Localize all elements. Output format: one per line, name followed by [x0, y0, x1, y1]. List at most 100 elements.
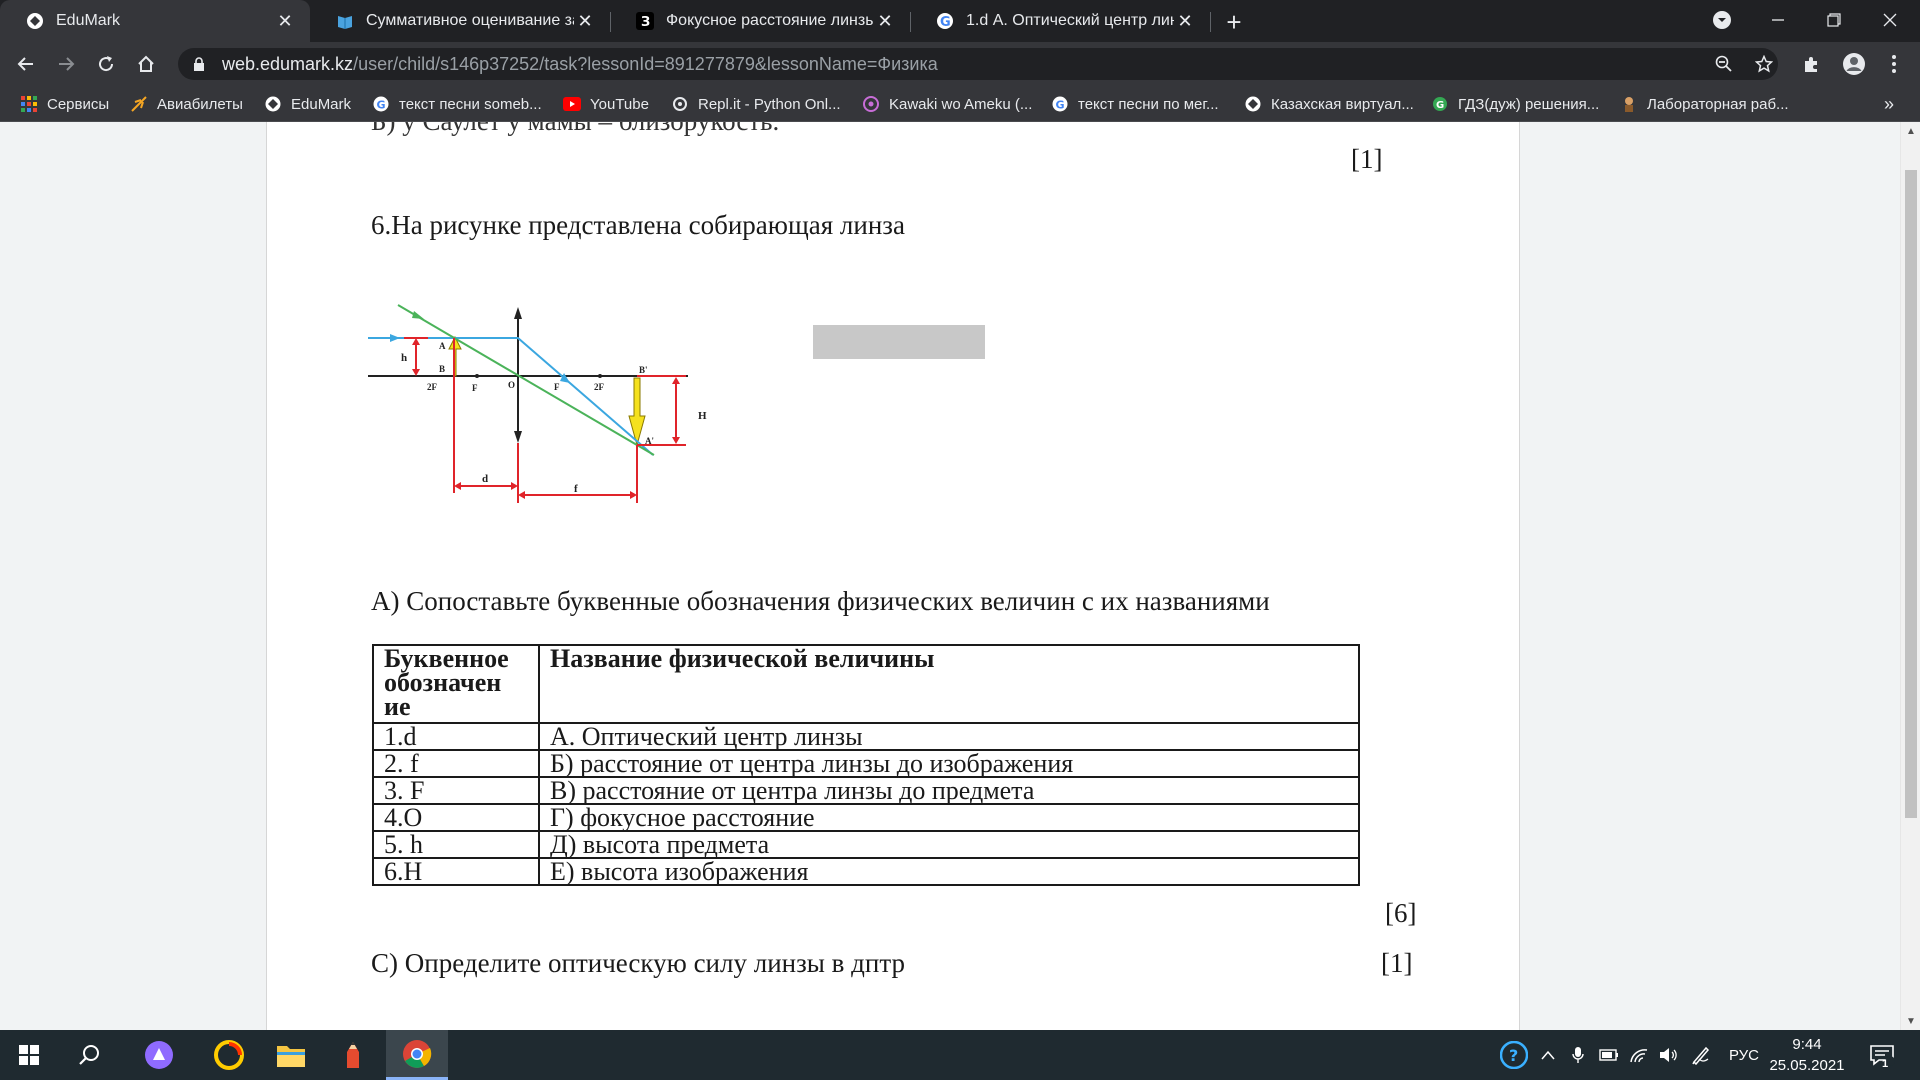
yandex-browser-button[interactable]	[198, 1030, 260, 1080]
tab-summative[interactable]: Суммативное оценивание за че ✕	[310, 0, 610, 42]
table-cell: 5. h	[372, 830, 540, 859]
search-button[interactable]	[58, 1030, 120, 1080]
folder-icon	[277, 1046, 305, 1067]
alice-assistant-button[interactable]	[128, 1030, 190, 1080]
tab-search-button[interactable]	[1698, 0, 1746, 40]
tab-strip: EduMark ✕ Суммативное оценивание за че ✕…	[0, 0, 1920, 42]
bookmark-apps[interactable]: Сервисы	[20, 86, 109, 122]
pencil-icon	[347, 1042, 359, 1068]
scroll-down-arrow-icon[interactable]: ▼	[1901, 1012, 1920, 1030]
battery-button[interactable]	[1596, 1030, 1622, 1080]
table-row: 3. F В) расстояние от центра линзы до пр…	[372, 776, 1360, 805]
notification-count: 1	[1882, 1058, 1889, 1070]
edumark-icon	[26, 12, 44, 30]
tray-overflow-button[interactable]	[1536, 1030, 1560, 1080]
restore-button[interactable]	[1810, 0, 1858, 40]
bookmark-edumark[interactable]: EduMark	[264, 86, 351, 122]
alice-icon	[145, 1041, 173, 1069]
extensions-button[interactable]	[1796, 48, 1828, 80]
reload-button[interactable]	[90, 48, 122, 80]
lock-icon	[194, 57, 204, 71]
chrome-taskbar-button[interactable]	[386, 1030, 448, 1080]
google-icon: G	[1051, 95, 1069, 113]
bookmark-label: EduMark	[291, 95, 352, 113]
back-button[interactable]	[10, 48, 42, 80]
bookmark-gdz[interactable]: G ГДЗ(дуж) решения...	[1431, 86, 1599, 122]
forward-button[interactable]	[50, 48, 82, 80]
address-bar[interactable]: web.edumark.kz/user/child/s146p37252/tas…	[178, 48, 1778, 80]
more-bookmarks-button[interactable]: »	[1884, 86, 1894, 122]
tab-title: Фокусное расстояние линзы —	[666, 12, 874, 29]
close-icon[interactable]: ✕	[874, 10, 896, 32]
close-icon[interactable]: ✕	[1174, 10, 1196, 32]
question-title: 6.На рисунке представлена собирающая лин…	[371, 210, 905, 240]
person-icon	[1620, 95, 1638, 113]
microphone-button[interactable]	[1566, 1030, 1590, 1080]
table-cell: Г) фокусное расстояние	[538, 803, 1360, 832]
gray-block	[813, 325, 985, 359]
chevron-up-icon	[1541, 1050, 1555, 1060]
task-c: С) Определите оптическую силу линзы в дп…	[371, 948, 905, 978]
puzzle-icon	[1805, 57, 1817, 72]
label-d: d	[482, 473, 488, 485]
yandex-browser-icon	[214, 1040, 244, 1070]
start-button[interactable]	[0, 1030, 58, 1080]
restore-icon	[1827, 13, 1841, 27]
chrome-icon	[403, 1039, 432, 1068]
scroll-up-arrow-icon[interactable]: ▲	[1901, 122, 1920, 140]
youtube-icon	[563, 95, 581, 113]
minimize-icon	[1772, 19, 1784, 21]
zoom-out-icon	[1715, 55, 1732, 72]
bookmark-aviatickets[interactable]: Авиабилеты	[130, 86, 243, 122]
reload-icon	[99, 56, 114, 72]
bookmarks-bar: Сервисы Авиабилеты EduMark G текст песни…	[0, 86, 1920, 122]
bookmark-song-lyrics-2[interactable]: G текст песни по мег...	[1051, 86, 1219, 122]
notifications-button[interactable]: 1	[1862, 1030, 1902, 1080]
scroll-thumb[interactable]	[1905, 170, 1917, 818]
pen-button[interactable]	[1688, 1030, 1714, 1080]
file-explorer-button[interactable]	[260, 1030, 322, 1080]
wifi-button[interactable]	[1626, 1030, 1652, 1080]
menu-button[interactable]	[1878, 48, 1910, 80]
pencil-app-button[interactable]	[322, 1030, 384, 1080]
label-a-prime: A'	[645, 436, 654, 446]
lens-top-arrow	[514, 307, 522, 319]
window-close-button[interactable]	[1866, 0, 1914, 40]
bookmark-lab-work[interactable]: Лабораторная раб...	[1620, 86, 1789, 122]
close-icon[interactable]: ✕	[574, 10, 596, 32]
profile-button[interactable]	[1838, 48, 1870, 80]
new-tab-button[interactable]: +	[1218, 6, 1250, 38]
help-button[interactable]: ?	[1498, 1030, 1530, 1080]
bookmark-replit[interactable]: Repl.it - Python Onl...	[671, 86, 841, 122]
lens-diagram: h A B 2F F O F 2F B' A' H d f	[368, 304, 707, 503]
minimize-button[interactable]	[1754, 0, 1802, 40]
system-clock[interactable]: 9:44 25.05.2021	[1762, 1034, 1852, 1076]
page-viewport[interactable]: Б) у Саулет у мамы – близорукость. [1] 6…	[0, 122, 1900, 1030]
bookmark-kawaki[interactable]: Kawaki wo Ameku (...	[862, 86, 1032, 122]
svg-text:G: G	[1436, 100, 1444, 111]
tab-edumark[interactable]: EduMark ✕	[0, 0, 310, 42]
table-cell: Е) высота изображения	[538, 857, 1360, 886]
bookmark-star-button[interactable]	[1748, 48, 1780, 80]
vertical-scrollbar[interactable]: ▲ ▼	[1900, 122, 1920, 1030]
bookmark-youtube[interactable]: YouTube	[563, 86, 649, 122]
ray-parallel	[368, 337, 654, 456]
volume-button[interactable]	[1656, 1030, 1682, 1080]
tab-google-search[interactable]: G 1.d А. Оптический центр линзы ✕	[910, 0, 1210, 42]
svg-text:G: G	[940, 15, 951, 30]
bookmark-kazakh-virtual[interactable]: Казахская виртуал...	[1244, 86, 1414, 122]
bookmark-song-lyrics[interactable]: G текст песни someb...	[372, 86, 542, 122]
bookmark-label: YouTube	[590, 95, 649, 113]
label-a: A	[439, 341, 446, 351]
battery-icon	[1599, 1049, 1618, 1061]
browser-toolbar: web.edumark.kz/user/child/s146p37252/tas…	[0, 42, 1920, 86]
language-indicator[interactable]: РУС	[1720, 1030, 1768, 1080]
close-icon[interactable]: ✕	[274, 10, 296, 32]
kebab-menu-icon	[1892, 55, 1896, 73]
cut-off-line: Б) у Саулет у мамы – близорукость.	[371, 122, 779, 137]
tab-focal-length[interactable]: З Фокусное расстояние линзы — ✕	[610, 0, 910, 42]
table-cell: В) расстояние от центра линзы до предмет…	[538, 776, 1360, 805]
home-button[interactable]	[130, 48, 162, 80]
zoom-button[interactable]	[1708, 48, 1740, 80]
table-header-cell: Название физической величины	[538, 644, 1360, 724]
